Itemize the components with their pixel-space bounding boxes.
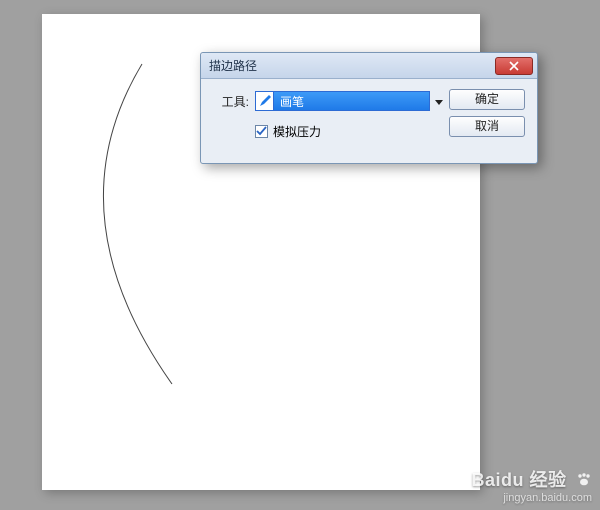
paw-icon xyxy=(576,471,592,492)
watermark: Baidu 经验 jingyan.baidu.com xyxy=(471,466,592,504)
dialog-titlebar[interactable]: 描边路径 xyxy=(201,53,537,79)
chevron-down-icon[interactable] xyxy=(431,92,447,112)
cancel-button[interactable]: 取消 xyxy=(449,116,525,137)
ok-button[interactable]: 确定 xyxy=(449,89,525,110)
watermark-url: jingyan.baidu.com xyxy=(471,492,592,504)
tool-label: 工具: xyxy=(213,93,249,110)
tool-dropdown[interactable]: 画笔 xyxy=(255,91,430,111)
stroke-path-dialog: 描边路径 工具: 画笔 xyxy=(200,52,538,164)
dialog-title: 描边路径 xyxy=(205,57,495,74)
close-button[interactable] xyxy=(495,57,533,75)
brush-icon xyxy=(256,92,274,110)
close-icon xyxy=(508,61,520,71)
checkmark-icon xyxy=(256,126,267,137)
simulate-pressure-label: 模拟压力 xyxy=(273,123,321,140)
watermark-brand: Baidu 经验 xyxy=(471,470,566,490)
simulate-pressure-checkbox[interactable] xyxy=(255,125,268,138)
tool-selected-label: 画笔 xyxy=(274,93,304,110)
